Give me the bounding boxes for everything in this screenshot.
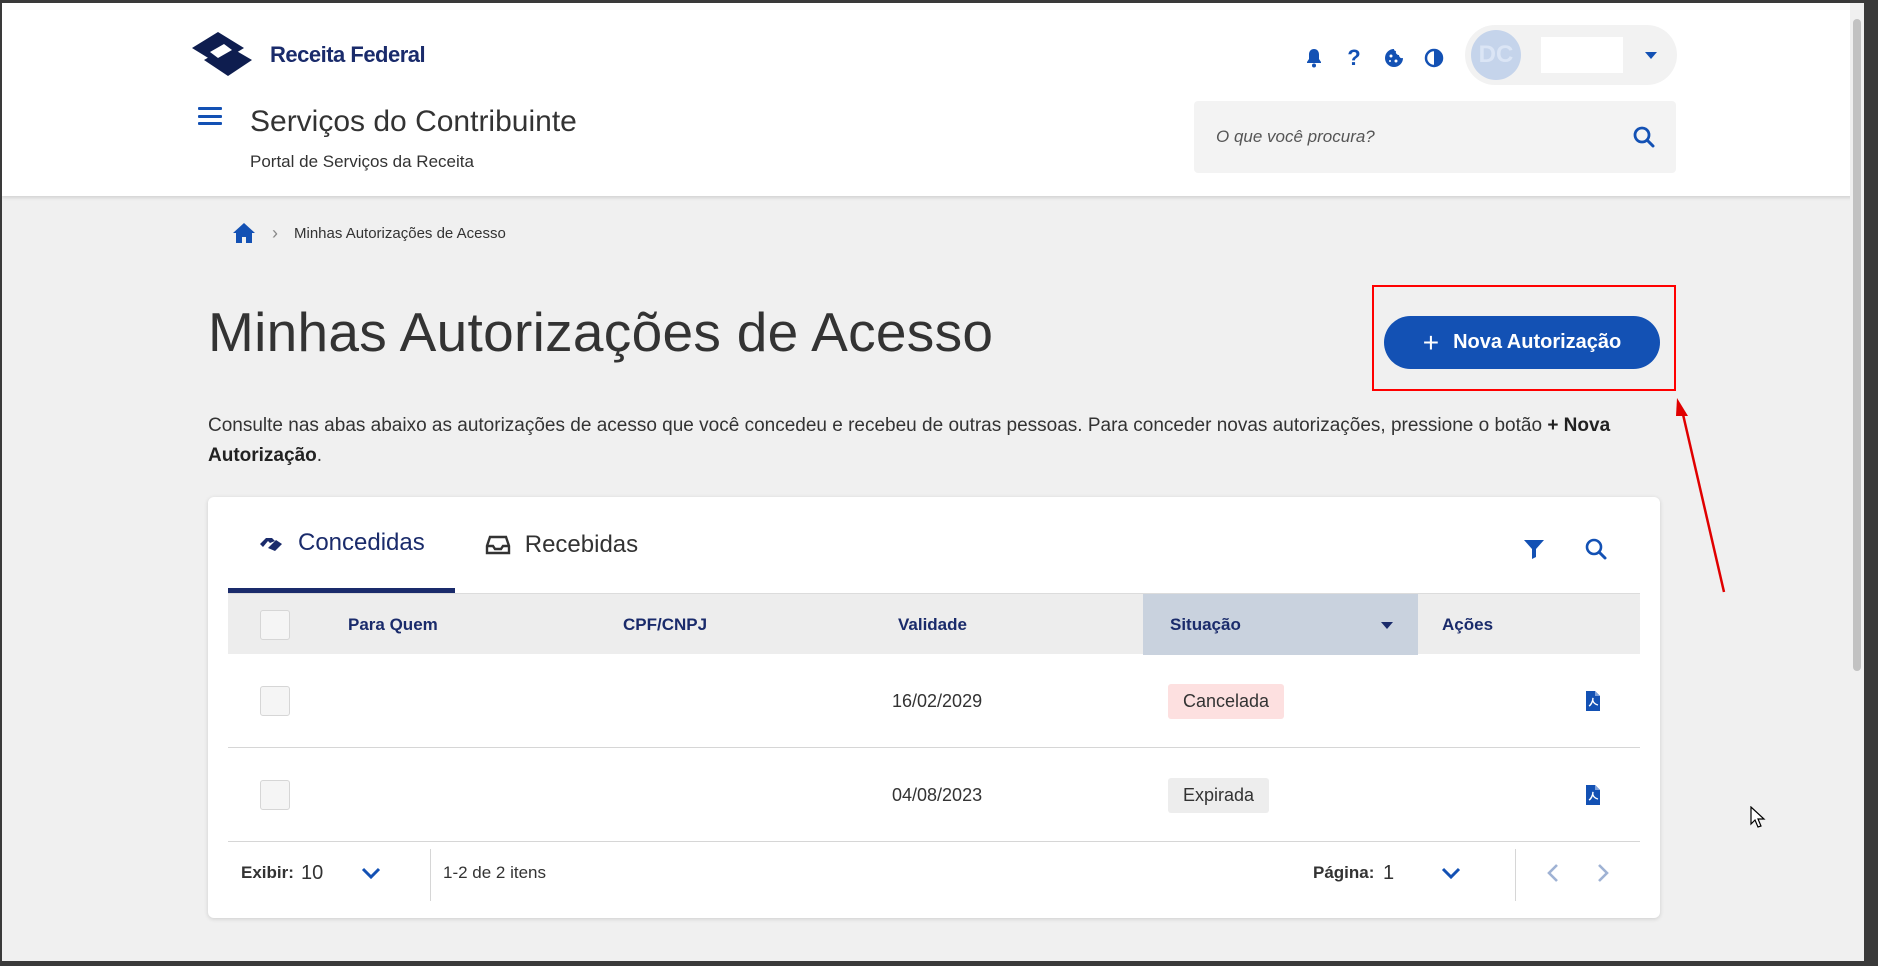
divider bbox=[1515, 849, 1516, 901]
site-title: Serviços do Contribuinte bbox=[250, 105, 577, 138]
page-title: Minhas Autorizações de Acesso bbox=[208, 301, 994, 363]
search-icon[interactable] bbox=[1632, 125, 1656, 149]
new-authorization-button[interactable]: + Nova Autorização bbox=[1384, 316, 1660, 369]
select-all-cell bbox=[260, 594, 290, 655]
description-text: Consulte nas abas abaixo as autorizações… bbox=[208, 415, 1543, 436]
page-label: Página: bbox=[1313, 863, 1375, 882]
authorizations-card: Concedidas Recebidas Para Quem CPF/CNPJ … bbox=[208, 497, 1660, 918]
status-badge: Expirada bbox=[1168, 777, 1270, 813]
page-size-select[interactable]: 10 bbox=[301, 843, 323, 903]
tab-concedidas-label: Concedidas bbox=[298, 528, 425, 556]
chevron-down-icon[interactable] bbox=[360, 866, 382, 880]
table-pagination: Exibir: 10 1-2 de 2 itens Página: 1 bbox=[228, 843, 1640, 903]
chevron-down-icon[interactable] bbox=[1440, 866, 1462, 880]
col-acoes: Ações bbox=[1442, 614, 1494, 634]
help-icon[interactable]: ? bbox=[1334, 43, 1374, 73]
cell-validade: 04/08/2023 bbox=[892, 784, 983, 805]
pdf-icon[interactable] bbox=[1584, 784, 1602, 806]
receita-logo-icon bbox=[192, 32, 252, 76]
table-tools bbox=[1522, 537, 1608, 561]
contrast-icon[interactable] bbox=[1414, 43, 1454, 73]
bell-icon[interactable] bbox=[1294, 43, 1334, 73]
plus-icon: + bbox=[1422, 326, 1440, 358]
site-subtitle: Portal de Serviços da Receita bbox=[250, 152, 474, 171]
col-para-quem[interactable]: Para Quem bbox=[348, 594, 438, 655]
cookie-icon[interactable] bbox=[1374, 43, 1414, 73]
table-row: 16/02/2029 Cancelada bbox=[228, 654, 1640, 748]
browser-window: Receita Federal ? DC Serviços do Contrib… bbox=[2, 3, 1864, 961]
page-select[interactable]: 1 bbox=[1383, 843, 1394, 903]
col-situacao-label: Situação bbox=[1170, 614, 1241, 634]
avatar: DC bbox=[1471, 30, 1521, 80]
table-search-icon[interactable] bbox=[1584, 537, 1608, 561]
handshake-icon bbox=[260, 537, 282, 551]
show-label: Exibir: bbox=[241, 863, 294, 882]
tabs: Concedidas Recebidas bbox=[228, 497, 668, 593]
range-text: 1-2 de 2 itens bbox=[443, 863, 547, 882]
sort-desc-icon bbox=[1381, 622, 1393, 629]
divider bbox=[430, 849, 431, 901]
select-all-checkbox[interactable] bbox=[260, 609, 290, 640]
tab-recebidas[interactable]: Recebidas bbox=[455, 497, 668, 593]
prev-page-icon[interactable] bbox=[1546, 862, 1560, 884]
filter-icon[interactable] bbox=[1522, 537, 1546, 561]
page-description: Consulte nas abas abaixo as autorizações… bbox=[208, 411, 1668, 471]
receita-logo[interactable]: Receita Federal bbox=[188, 30, 426, 80]
col-validade[interactable]: Validade bbox=[898, 594, 967, 655]
inbox-icon bbox=[485, 535, 510, 555]
col-cpf-cnpj[interactable]: CPF/CNPJ bbox=[623, 594, 707, 655]
page-scrollbar[interactable] bbox=[1850, 3, 1864, 961]
scroll-thumb[interactable] bbox=[1853, 19, 1861, 671]
cell-validade: 16/02/2029 bbox=[892, 690, 983, 711]
tab-concedidas[interactable]: Concedidas bbox=[228, 497, 455, 593]
site-header: Receita Federal ? DC Serviços do Contrib… bbox=[2, 3, 1864, 196]
col-situacao[interactable]: Situação bbox=[1143, 594, 1418, 655]
search-box bbox=[1194, 101, 1676, 173]
row-checkbox[interactable] bbox=[260, 780, 290, 810]
user-name-redacted bbox=[1541, 37, 1623, 73]
menu-hamburger-icon[interactable] bbox=[198, 107, 222, 125]
home-icon[interactable] bbox=[232, 222, 256, 244]
logo-text: Receita Federal bbox=[270, 42, 426, 67]
new-authorization-label: Nova Autorização bbox=[1453, 331, 1622, 353]
header-actions: ? bbox=[1294, 43, 1454, 73]
annotation-arrow bbox=[1676, 398, 1726, 593]
breadcrumb: › Minhas Autorizações de Acesso bbox=[232, 222, 506, 244]
row-checkbox[interactable] bbox=[260, 686, 290, 716]
table-header: Para Quem CPF/CNPJ Validade Situação Açõ… bbox=[228, 593, 1640, 655]
description-period: . bbox=[316, 445, 323, 466]
pdf-icon[interactable] bbox=[1584, 690, 1602, 712]
caret-down-icon bbox=[1645, 51, 1657, 59]
status-badge: Cancelada bbox=[1168, 683, 1285, 719]
search-input[interactable] bbox=[1216, 127, 1616, 147]
mouse-cursor-icon bbox=[1750, 806, 1766, 828]
chevron-right-icon: › bbox=[272, 222, 278, 243]
user-menu[interactable]: DC bbox=[1465, 25, 1677, 85]
table-row: 04/08/2023 Expirada bbox=[228, 748, 1640, 842]
breadcrumb-current: Minhas Autorizações de Acesso bbox=[294, 224, 506, 242]
next-page-icon[interactable] bbox=[1596, 862, 1610, 884]
tab-recebidas-label: Recebidas bbox=[524, 531, 639, 558]
